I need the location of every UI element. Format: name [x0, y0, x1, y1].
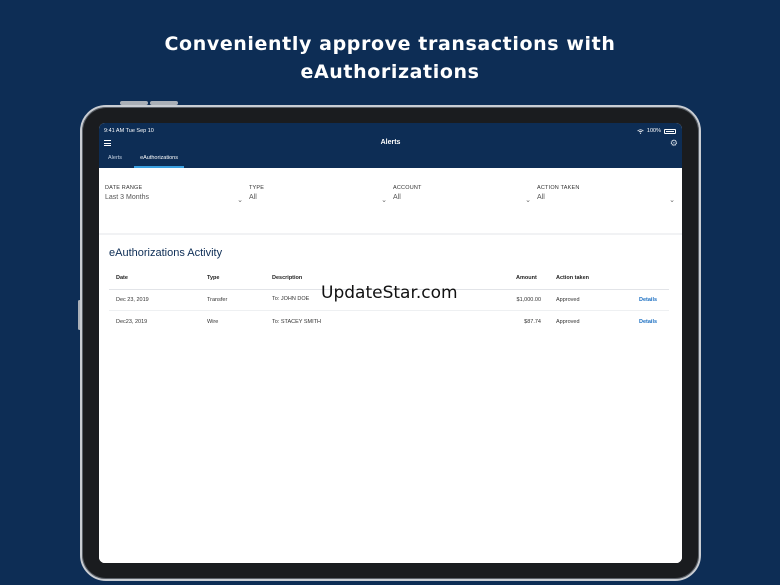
tab-eauthorizations[interactable]: eAuthorizations: [134, 154, 184, 168]
battery-percent: 100%: [646, 128, 661, 134]
action-taken-filter[interactable]: ACTION TAKEN All ⌄: [537, 185, 675, 204]
headline-line-2: eAuthorizations: [300, 61, 480, 83]
app-header: 9:41 AM Tue Sep 10 100% Alerts ⚙ Alerts …: [99, 123, 682, 168]
filter-value: All: [249, 194, 257, 201]
filter-value: All: [537, 194, 545, 201]
column-header-type: Type: [207, 275, 220, 281]
row-description: To: STACEY SMITH: [272, 319, 322, 325]
filter-label: DATE RANGE: [105, 185, 143, 191]
chevron-down-icon: ⌄: [669, 197, 675, 204]
filter-label: TYPE: [249, 185, 265, 191]
row-action: Approved: [556, 319, 580, 325]
row-type: Transfer: [207, 297, 228, 303]
row-amount: $1,000.00: [516, 297, 541, 303]
row-action: Approved: [556, 297, 580, 303]
date-range-filter[interactable]: DATE RANGE Last 3 Months ⌄: [105, 185, 243, 204]
nav-bar: Alerts ⚙: [99, 137, 682, 151]
column-header-action-taken: Action taken: [556, 275, 590, 281]
status-indicators: 100%: [637, 128, 676, 134]
watermark-text: UpdateStar.com: [321, 283, 458, 303]
wifi-icon: [637, 128, 644, 134]
row-description: To: JOHN DOE: [272, 296, 310, 302]
tab-alerts[interactable]: Alerts: [106, 154, 124, 168]
gear-icon[interactable]: ⚙: [670, 139, 678, 148]
row-date: Dec23, 2019: [116, 319, 148, 325]
status-time: 9:41 AM Tue Sep 10: [104, 128, 154, 134]
status-bar: 9:41 AM Tue Sep 10 100%: [99, 127, 682, 137]
tablet-screen: 9:41 AM Tue Sep 10 100% Alerts ⚙ Alerts …: [99, 123, 682, 563]
column-header-amount: Amount: [516, 275, 537, 281]
type-filter[interactable]: TYPE All ⌄: [249, 185, 387, 204]
chevron-down-icon: ⌄: [525, 197, 531, 204]
row-type: Wire: [207, 319, 219, 325]
account-filter[interactable]: ACCOUNT All ⌄: [393, 185, 531, 204]
filter-value: All: [393, 194, 401, 201]
chevron-down-icon: ⌄: [237, 197, 243, 204]
row-date: Dec 23, 2019: [116, 297, 149, 303]
headline-line-1: Conveniently approve transactions with: [164, 33, 616, 55]
details-link[interactable]: Details: [639, 297, 657, 303]
chevron-down-icon: ⌄: [381, 197, 387, 204]
page-title: Alerts: [380, 139, 401, 146]
details-link[interactable]: Details: [639, 319, 657, 325]
marketing-headline: Conveniently approve transactions with e…: [0, 30, 780, 86]
battery-icon: [664, 128, 676, 134]
column-header-date: Date: [116, 275, 128, 281]
column-header-description: Description: [272, 275, 303, 281]
filter-label: ACTION TAKEN: [537, 185, 580, 191]
tab-bar: Alerts eAuthorizations: [106, 154, 184, 168]
row-divider: [109, 310, 669, 311]
filter-bar: DATE RANGE Last 3 Months ⌄ TYPE All ⌄ AC…: [99, 168, 682, 233]
activity-title: eAuthorizations Activity: [109, 247, 223, 259]
row-amount: $87.74: [524, 319, 541, 325]
filter-label: ACCOUNT: [393, 185, 422, 191]
filter-value: Last 3 Months: [105, 194, 149, 201]
